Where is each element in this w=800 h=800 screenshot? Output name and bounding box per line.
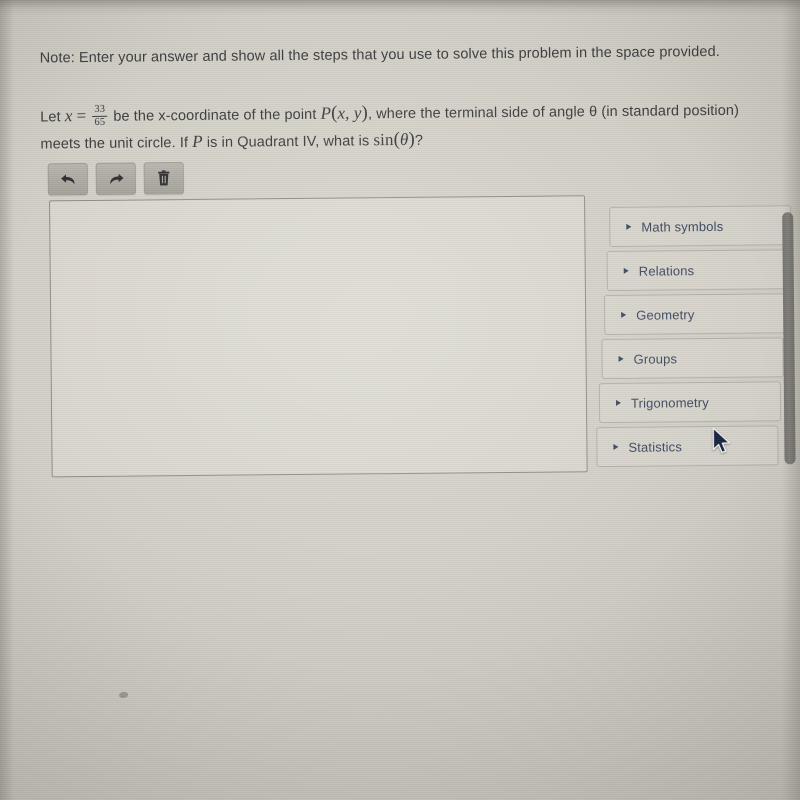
math-angle-theta: θ	[588, 104, 598, 121]
math-equals-sign: =	[76, 106, 87, 126]
accordion-item-geometry[interactable]: Geometry	[603, 293, 787, 336]
math-fraction-33-over-65: 33 65	[92, 104, 108, 128]
caret-right-icon	[613, 443, 619, 450]
math-sin-argument: θ	[399, 129, 409, 149]
problem-text-5: is in Quadrant IV, what is	[206, 133, 370, 151]
problem-statement: Let x = 33 65 be the x-coordinate of the…	[40, 96, 780, 157]
caret-right-icon	[626, 223, 632, 230]
undo-button[interactable]	[47, 162, 88, 196]
fraction-numerator: 33	[94, 104, 106, 116]
answer-input-area[interactable]	[49, 195, 588, 478]
caret-right-icon	[621, 311, 627, 318]
mouse-cursor	[712, 427, 732, 462]
fraction-denominator: 65	[92, 115, 108, 128]
note-text: Note: Enter your answer and show all the…	[39, 43, 720, 67]
math-point-P-quadrant: P	[192, 131, 203, 151]
screenshot-photo: Note: Enter your answer and show all the…	[0, 0, 800, 800]
accordion-label: Statistics	[628, 438, 683, 455]
problem-lead-in: Let	[40, 109, 61, 126]
accordion-item-relations[interactable]: Relations	[606, 249, 789, 292]
accordion-item-groups[interactable]: Groups	[601, 337, 784, 380]
accordion-item-math-symbols[interactable]: Math symbols	[609, 205, 792, 247]
math-variable-x: x	[64, 106, 73, 126]
problem-text-2: be the x-coordinate of the point	[113, 106, 317, 125]
accordion-label: Math symbols	[641, 218, 724, 235]
dust-speck	[119, 692, 128, 698]
undo-arrow-icon	[59, 172, 76, 187]
symbol-category-panel: Math symbols Relations Geometry Groups T…	[595, 205, 792, 471]
caret-right-icon	[618, 355, 624, 362]
accordion-label: Trigonometry	[630, 394, 709, 411]
vertical-scrollbar[interactable]	[782, 208, 797, 476]
caret-right-icon	[615, 399, 622, 406]
math-sin-function: sin	[373, 130, 394, 150]
editor-toolbar	[47, 162, 184, 196]
accordion-label: Relations	[638, 262, 695, 279]
caret-right-icon	[623, 267, 629, 274]
screen-content: Note: Enter your answer and show all the…	[0, 0, 800, 800]
math-point-coordinates: x, y	[337, 103, 362, 123]
accordion-label: Groups	[633, 350, 678, 367]
accordion-item-trigonometry[interactable]: Trigonometry	[598, 381, 782, 424]
problem-text-3: , where the terminal side of angle	[367, 104, 585, 123]
trash-can-icon	[157, 170, 171, 186]
delete-button[interactable]	[143, 162, 184, 195]
scrollbar-thumb[interactable]	[782, 212, 796, 465]
problem-question-mark: ?	[414, 132, 424, 149]
redo-button[interactable]	[95, 162, 136, 195]
accordion-item-statistics[interactable]: Statistics	[596, 425, 779, 468]
accordion-label: Geometry	[636, 306, 695, 323]
redo-arrow-icon	[107, 171, 124, 186]
math-point-label-P: P	[320, 103, 332, 123]
